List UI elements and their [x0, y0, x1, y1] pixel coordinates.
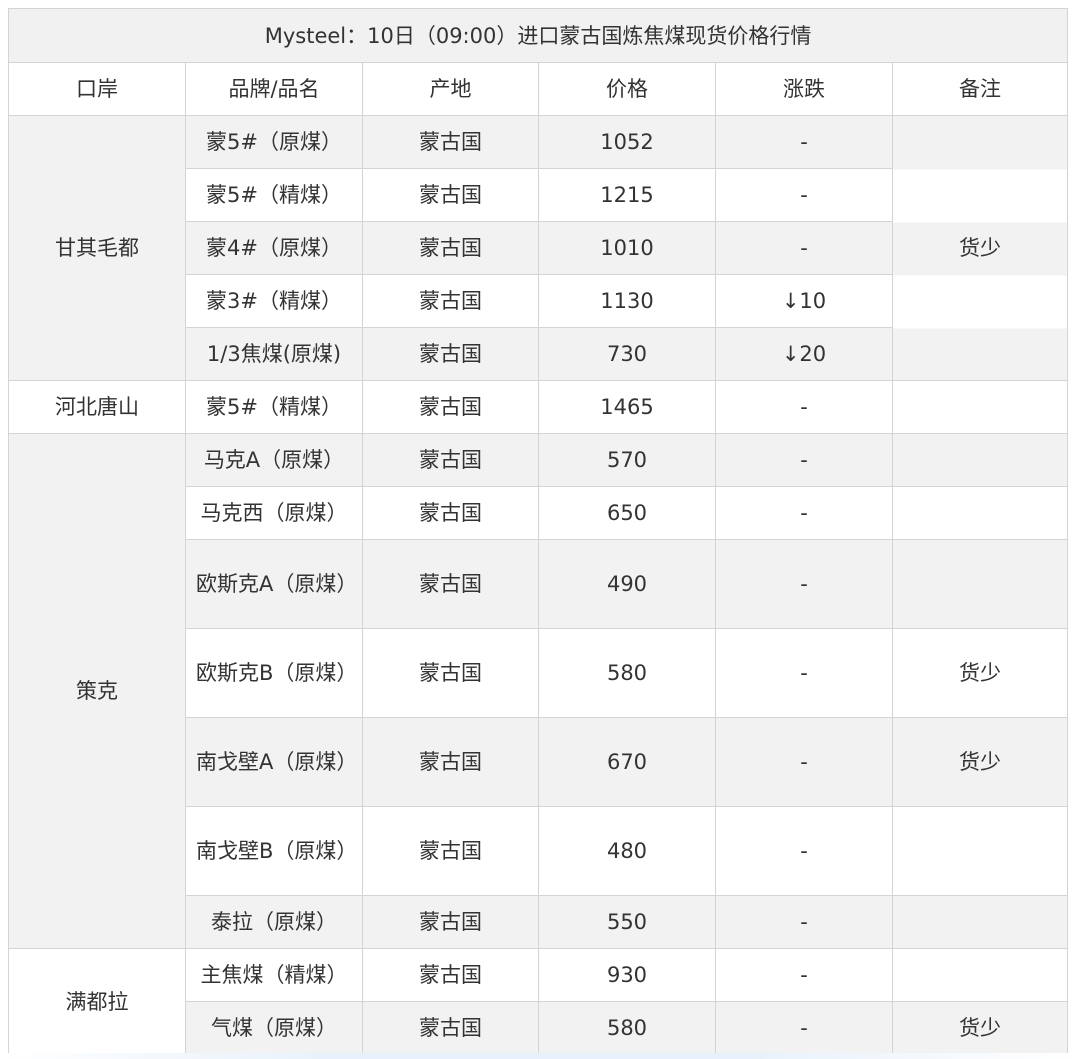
remark-cell [891, 806, 1069, 896]
header-price: 价格 [538, 62, 716, 116]
header-change: 涨跌 [715, 62, 893, 116]
price-cell: 550 [538, 895, 716, 949]
title-row: Mysteel：10日（09:00）进口蒙古国炼焦煤现货价格行情 [7, 8, 1069, 63]
price-cell: 670 [538, 717, 716, 807]
port-cell: 策克 [8, 433, 186, 949]
table-row: 甘其毛都 蒙5#（原煤） 蒙古国 1052 - 货少 [8, 115, 1069, 381]
brand-cell: 主焦煤（精煤） [185, 948, 363, 1002]
header-origin: 产地 [362, 62, 539, 116]
price-cell: 650 [538, 486, 716, 540]
change-cell: - [715, 895, 893, 949]
change-cell: - [715, 539, 893, 629]
origin-cell: 蒙古国 [362, 274, 539, 328]
change-cell: - [715, 168, 893, 222]
table-row: 策克 马克A（原煤） 蒙古国 570 - [8, 433, 1069, 949]
price-cell: 1465 [538, 380, 716, 434]
brand-cell: 南戈壁A（原煤） [185, 717, 363, 807]
remark-cell [891, 948, 1069, 1002]
price-cell: 1052 [538, 115, 716, 169]
origin-cell: 蒙古国 [362, 380, 539, 434]
header-brand: 品牌/品名 [185, 62, 363, 116]
remark-cell [891, 895, 1069, 949]
price-cell: 490 [538, 539, 716, 629]
remark-cell [891, 380, 1069, 434]
table-row: 河北唐山 蒙5#（精煤） 蒙古国 1465 - [8, 380, 1069, 434]
change-cell: - [715, 806, 893, 896]
remark-cell [891, 433, 1069, 487]
brand-cell: 蒙5#（精煤） [185, 168, 363, 222]
brand-cell: 马克西（原煤） [185, 486, 363, 540]
price-cell: 580 [538, 1001, 716, 1055]
brand-cell: 1/3焦煤(原煤) [185, 327, 363, 381]
brand-cell: 欧斯克B（原煤） [185, 628, 363, 718]
header-port: 口岸 [8, 62, 186, 116]
price-cell: 1130 [538, 274, 716, 328]
change-cell: - [715, 628, 893, 718]
change-cell: - [715, 1001, 893, 1055]
change-cell: - [715, 115, 893, 169]
origin-cell: 蒙古国 [362, 327, 539, 381]
remark-cell: 货少 [891, 115, 1069, 381]
origin-cell: 蒙古国 [362, 433, 539, 487]
brand-cell: 南戈壁B（原煤） [185, 806, 363, 896]
change-cell: - [715, 486, 893, 540]
change-cell: - [715, 717, 893, 807]
port-cell: 河北唐山 [8, 380, 186, 434]
brand-cell: 欧斯克A（原煤） [185, 539, 363, 629]
change-down-cell: ↓10 [715, 274, 893, 328]
price-cell: 1010 [538, 221, 716, 275]
brand-cell: 蒙5#（原煤） [185, 115, 363, 169]
brand-cell: 蒙4#（原煤） [185, 221, 363, 275]
port-cell: 甘其毛都 [8, 115, 186, 381]
price-cell: 570 [538, 433, 716, 487]
remark-cell: 货少 [891, 1001, 1069, 1055]
origin-cell: 蒙古国 [362, 115, 539, 169]
change-cell: - [715, 433, 893, 487]
bottom-fade-strip [0, 1053, 1080, 1059]
brand-cell: 蒙5#（精煤） [185, 380, 363, 434]
price-cell: 730 [538, 327, 716, 381]
change-cell: - [715, 221, 893, 275]
brand-cell: 气煤（原煤） [185, 1001, 363, 1055]
price-cell: 930 [538, 948, 716, 1002]
origin-cell: 蒙古国 [362, 628, 539, 718]
brand-cell: 蒙3#（精煤） [185, 274, 363, 328]
price-cell: 580 [538, 628, 716, 718]
change-cell: - [715, 948, 893, 1002]
price-cell: 480 [538, 806, 716, 896]
remark-cell [891, 539, 1069, 629]
table-title: Mysteel：10日（09:00）进口蒙古国炼焦煤现货价格行情 [7, 8, 1069, 63]
change-cell: - [715, 380, 893, 434]
price-cell: 1215 [538, 168, 716, 222]
origin-cell: 蒙古国 [362, 895, 539, 949]
price-table: Mysteel：10日（09:00）进口蒙古国炼焦煤现货价格行情 口岸 品牌/品… [7, 8, 1069, 1055]
origin-cell: 蒙古国 [362, 717, 539, 807]
origin-cell: 蒙古国 [362, 486, 539, 540]
origin-cell: 蒙古国 [362, 806, 539, 896]
port-cell: 满都拉 [8, 948, 186, 1055]
origin-cell: 蒙古国 [362, 539, 539, 629]
brand-cell: 泰拉（原煤） [185, 895, 363, 949]
remark-cell: 货少 [891, 628, 1069, 718]
header-row: 口岸 品牌/品名 产地 价格 涨跌 备注 [8, 62, 1069, 116]
remark-cell: 货少 [891, 717, 1069, 807]
change-down-cell: ↓20 [715, 327, 893, 381]
origin-cell: 蒙古国 [362, 948, 539, 1002]
origin-cell: 蒙古国 [362, 1001, 539, 1055]
brand-cell: 马克A（原煤） [185, 433, 363, 487]
origin-cell: 蒙古国 [362, 168, 539, 222]
price-table-container: Mysteel：10日（09:00）进口蒙古国炼焦煤现货价格行情 口岸 品牌/品… [7, 8, 1069, 1055]
table-row: 满都拉 主焦煤（精煤） 蒙古国 930 - [8, 948, 1069, 1055]
header-remark: 备注 [891, 62, 1069, 116]
remark-cell [891, 486, 1069, 540]
origin-cell: 蒙古国 [362, 221, 539, 275]
